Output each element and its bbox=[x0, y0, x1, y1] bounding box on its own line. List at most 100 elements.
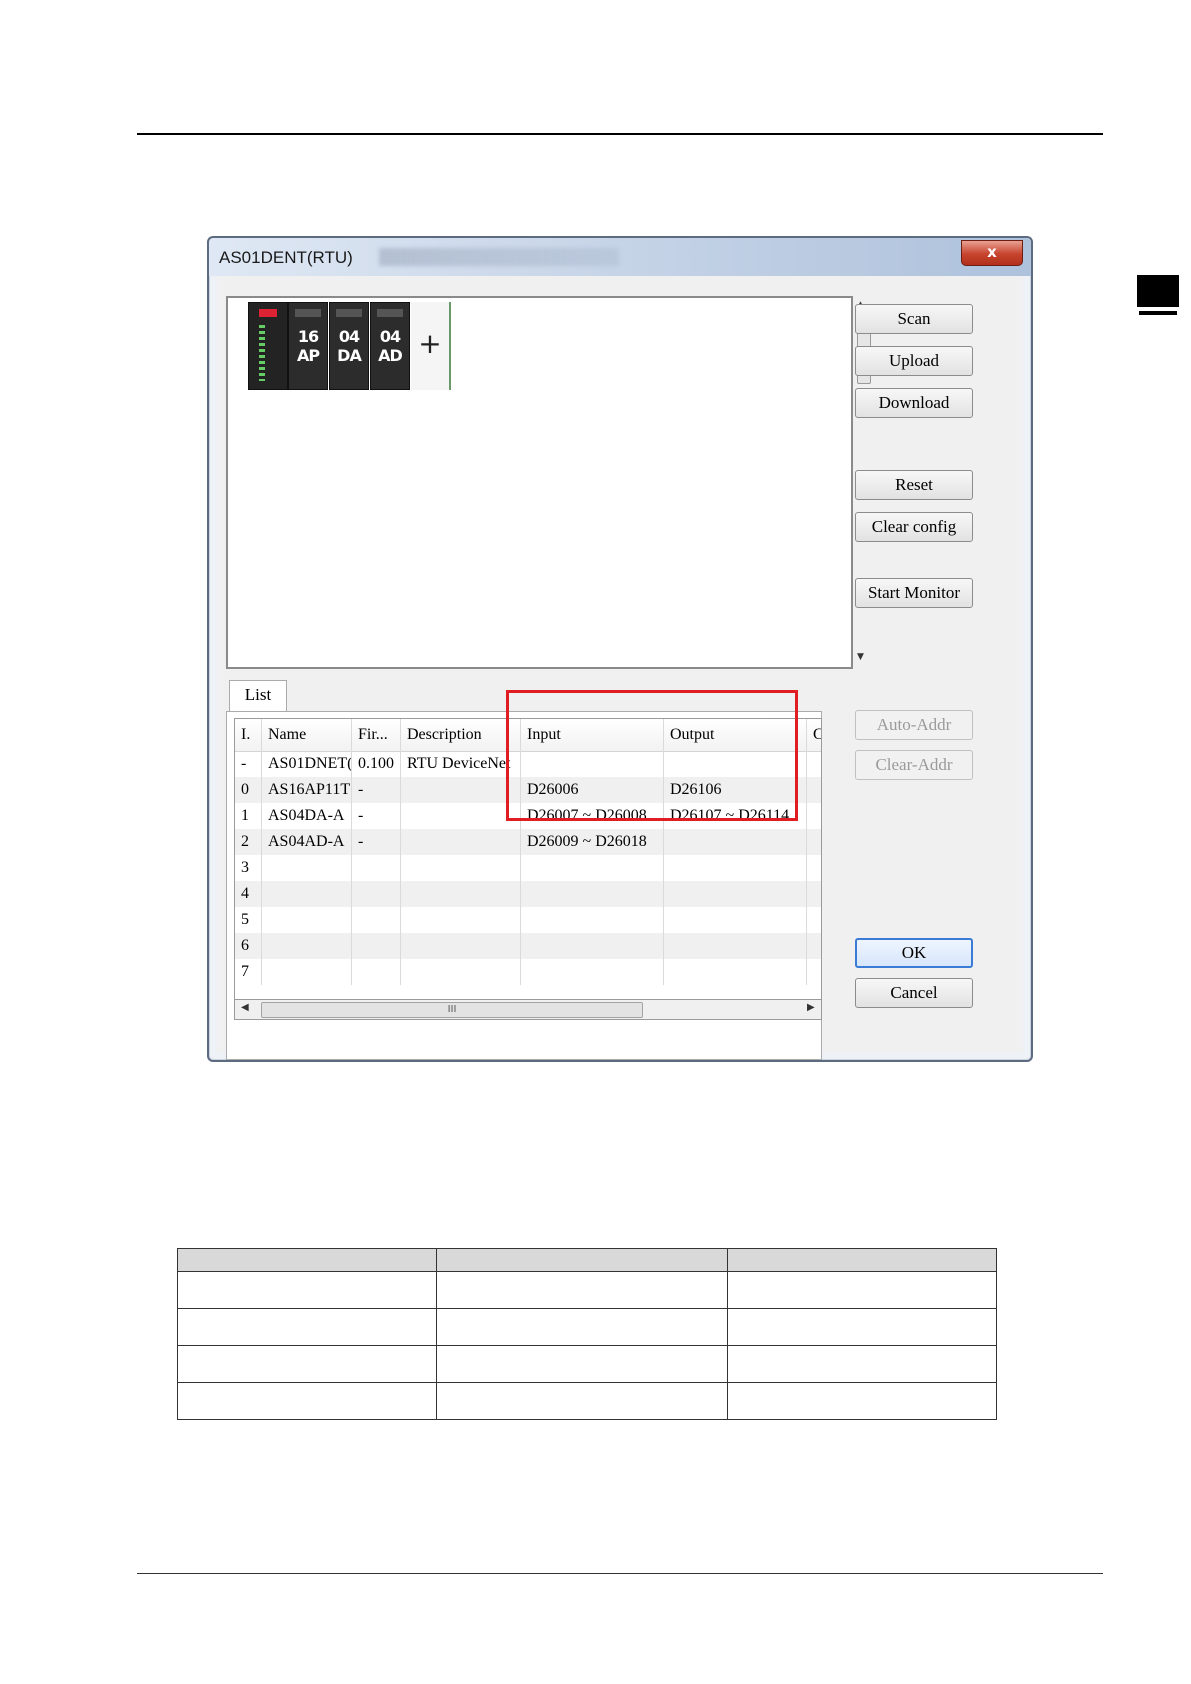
clear-addr-button[interactable]: Clear-Addr bbox=[855, 750, 973, 780]
module-list-grid[interactable]: I. Name Fir... Description Input Output … bbox=[234, 718, 822, 1000]
column-header-name[interactable]: Name bbox=[262, 719, 352, 751]
table-cell: D26107 ~ D26114 bbox=[664, 803, 807, 829]
table-cell bbox=[262, 933, 352, 959]
table-cell bbox=[664, 855, 807, 881]
dialog-window: AS01DENT(RTU) x 16 AP 04 DA 04 AD + ▼ Sc… bbox=[207, 236, 1033, 1062]
table-cell bbox=[436, 1271, 728, 1309]
module-cap bbox=[377, 309, 403, 317]
table-cell bbox=[664, 829, 807, 855]
table-cell bbox=[176, 1248, 438, 1272]
table-row bbox=[176, 1345, 998, 1383]
table-cell bbox=[401, 855, 521, 881]
rtu-module-image[interactable] bbox=[248, 302, 288, 390]
table-cell: 5 bbox=[235, 907, 262, 933]
table-cell bbox=[664, 751, 807, 777]
table-row[interactable]: 4 bbox=[235, 881, 821, 907]
table-row[interactable]: - AS01DNET(0.100 RTU DeviceNet bbox=[235, 751, 821, 777]
header-rule bbox=[137, 133, 1103, 135]
table-cell bbox=[352, 907, 401, 933]
table-cell: AS04AD-A bbox=[262, 829, 352, 855]
table-row bbox=[176, 1308, 998, 1346]
io-led-strip bbox=[259, 325, 265, 381]
ok-button[interactable]: OK bbox=[855, 938, 973, 968]
scroll-thumb[interactable]: III bbox=[261, 1002, 643, 1018]
table-cell bbox=[436, 1308, 728, 1346]
table-cell bbox=[807, 855, 821, 881]
table-cell: RTU DeviceNet bbox=[401, 751, 521, 777]
table-row[interactable]: 1 AS04DA-A - D26007 ~ D26008 D26107 ~ D26114 bbox=[235, 803, 821, 829]
scroll-down-icon[interactable]: ▼ bbox=[857, 652, 864, 662]
table-cell bbox=[352, 959, 401, 985]
list-horizontal-scrollbar[interactable]: ◀ III ▶ bbox=[234, 1000, 822, 1020]
table-header-row bbox=[176, 1248, 998, 1272]
dialog-client-area: 16 AP 04 DA 04 AD + ▲ ▼ Scan Upload Down… bbox=[217, 276, 1023, 1060]
scroll-right-icon[interactable]: ▶ bbox=[807, 1002, 815, 1013]
table-row[interactable]: 2 AS04AD-A - D26009 ~ D26018 bbox=[235, 829, 821, 855]
table-cell: D26106 bbox=[664, 777, 807, 803]
module-label: 04 AD bbox=[378, 327, 403, 365]
table-row[interactable]: 0 AS16AP11T - D26006 D26106 bbox=[235, 777, 821, 803]
module-04da[interactable]: 04 DA bbox=[329, 302, 369, 390]
table-row[interactable]: 7 bbox=[235, 959, 821, 985]
list-header-row: I. Name Fir... Description Input Output … bbox=[235, 719, 821, 752]
column-header-input[interactable]: Input bbox=[521, 719, 664, 751]
table-cell: - bbox=[352, 777, 401, 803]
table-cell bbox=[807, 803, 821, 829]
tab-list[interactable]: List bbox=[229, 680, 287, 712]
table-cell bbox=[262, 855, 352, 881]
reset-button[interactable]: Reset bbox=[855, 470, 973, 500]
table-cell bbox=[807, 777, 821, 803]
table-cell bbox=[664, 933, 807, 959]
list-panel: I. Name Fir... Description Input Output … bbox=[226, 711, 822, 1060]
cancel-button[interactable]: Cancel bbox=[855, 978, 973, 1008]
table-cell bbox=[521, 907, 664, 933]
table-cell bbox=[436, 1248, 728, 1272]
table-cell: D26006 bbox=[521, 777, 664, 803]
table-row[interactable]: 6 bbox=[235, 933, 821, 959]
module-16ap[interactable]: 16 AP bbox=[288, 302, 328, 390]
table-cell bbox=[401, 829, 521, 855]
table-cell bbox=[521, 959, 664, 985]
upload-button[interactable]: Upload bbox=[855, 346, 973, 376]
table-row[interactable]: 3 bbox=[235, 855, 821, 881]
module-label: 16 AP bbox=[296, 327, 320, 365]
title-bar[interactable]: AS01DENT(RTU) x bbox=[209, 238, 1031, 276]
table-cell: AS01DNET( bbox=[262, 751, 352, 777]
rack-view[interactable]: 16 AP 04 DA 04 AD + bbox=[226, 296, 853, 669]
table-cell: 0 bbox=[235, 777, 262, 803]
table-cell: D26009 ~ D26018 bbox=[521, 829, 664, 855]
download-button[interactable]: Download bbox=[855, 388, 973, 418]
clear-config-button[interactable]: Clear config bbox=[855, 512, 973, 542]
table-cell bbox=[262, 881, 352, 907]
table-row[interactable]: 5 bbox=[235, 907, 821, 933]
footer-rule bbox=[137, 1573, 1103, 1574]
table-cell bbox=[726, 1382, 998, 1420]
column-header-c[interactable]: C bbox=[807, 719, 821, 751]
table-cell bbox=[521, 751, 664, 777]
scan-button[interactable]: Scan bbox=[855, 304, 973, 334]
add-module-slot[interactable]: + bbox=[411, 302, 451, 390]
table-cell bbox=[807, 959, 821, 985]
column-header-output[interactable]: Output bbox=[664, 719, 807, 751]
table-cell bbox=[726, 1345, 998, 1383]
column-header-firmware[interactable]: Fir... bbox=[352, 719, 401, 751]
module-label: 04 DA bbox=[337, 327, 362, 365]
scroll-left-icon[interactable]: ◀ bbox=[241, 1002, 249, 1013]
table-cell bbox=[401, 881, 521, 907]
table-cell bbox=[521, 881, 664, 907]
auto-addr-button[interactable]: Auto-Addr bbox=[855, 710, 973, 740]
start-monitor-button[interactable]: Start Monitor bbox=[855, 578, 973, 608]
module-04ad[interactable]: 04 AD bbox=[370, 302, 410, 390]
close-button[interactable]: x bbox=[961, 240, 1023, 266]
table-cell bbox=[176, 1271, 438, 1309]
table-cell bbox=[352, 881, 401, 907]
table-cell bbox=[436, 1382, 728, 1420]
table-cell bbox=[176, 1308, 438, 1346]
title-bar-blur bbox=[379, 248, 619, 266]
column-header-index[interactable]: I. bbox=[235, 719, 262, 751]
table-cell bbox=[726, 1308, 998, 1346]
table-cell bbox=[664, 881, 807, 907]
table-cell bbox=[807, 907, 821, 933]
table-cell bbox=[176, 1345, 438, 1383]
column-header-description[interactable]: Description bbox=[401, 719, 521, 751]
